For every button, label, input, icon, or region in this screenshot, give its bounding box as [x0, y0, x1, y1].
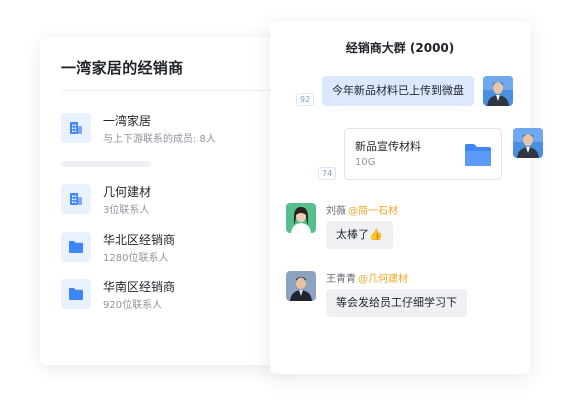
- building-icon: [61, 113, 91, 143]
- chat-title: 经销商大群 (2000): [345, 41, 455, 55]
- sender-name[interactable]: 王青青: [326, 274, 356, 285]
- org-item-huabei[interactable]: 华北区经销商 1280位联系人: [61, 232, 281, 266]
- building-icon: [61, 184, 91, 214]
- org-name: 几何建材: [103, 185, 152, 199]
- org-name: 华北区经销商: [103, 233, 176, 247]
- org-member-count: 与上下游联系的成员: 8人: [103, 134, 216, 145]
- org-item-jihe[interactable]: 几何建材 3位联系人: [61, 184, 281, 218]
- sender-info: 刘薇 @简一石材: [326, 202, 398, 217]
- placeholder-bar: [61, 161, 151, 167]
- sender-name[interactable]: 刘薇: [326, 206, 346, 217]
- group-chat-window: 经销商大群 (2000) 92 今年新品材料已上传到微盘 74 新品宣传材料 1…: [270, 22, 543, 374]
- avatar[interactable]: [483, 76, 513, 106]
- file-size: 10G: [355, 157, 376, 168]
- avatar[interactable]: [286, 203, 316, 233]
- panel-title: 一湾家居的经销商: [61, 59, 184, 77]
- message-bubble[interactable]: 等会发给员工仔细学习下: [326, 289, 467, 317]
- contacts-panel: 一湾家居的经销商 一湾家居 与上下游联系的成员: 8人 几何建材 3位联系人 华…: [40, 37, 288, 365]
- org-contact-count: 920位联系人: [103, 300, 163, 311]
- org-contact-count: 3位联系人: [103, 205, 150, 216]
- file-name: 新品宣传材料: [355, 140, 421, 153]
- read-count-badge[interactable]: 74: [318, 167, 337, 180]
- org-item-huanan[interactable]: 华南区经销商 920位联系人: [61, 279, 281, 313]
- folder-icon: [61, 279, 91, 309]
- org-contact-count: 1280位联系人: [103, 253, 169, 264]
- org-item-yiwan[interactable]: 一湾家居 与上下游联系的成员: 8人: [61, 113, 281, 147]
- message-bubble[interactable]: 太棒了👍: [326, 221, 393, 249]
- folder-icon: [464, 143, 492, 171]
- org-name: 华南区经销商: [103, 280, 176, 294]
- sender-org-tag: @简一石材: [348, 206, 398, 217]
- file-message-card[interactable]: 新品宣传材料 10G: [344, 128, 502, 180]
- avatar[interactable]: [286, 271, 316, 301]
- sender-info: 王青青 @几何建材: [326, 270, 408, 285]
- org-name: 一湾家居: [103, 114, 152, 128]
- read-count-badge[interactable]: 92: [296, 93, 315, 106]
- folder-icon: [61, 232, 91, 262]
- divider: [61, 90, 288, 91]
- avatar[interactable]: [513, 128, 543, 158]
- message-bubble[interactable]: 今年新品材料已上传到微盘: [322, 76, 474, 106]
- sender-org-tag: @几何建材: [358, 274, 408, 285]
